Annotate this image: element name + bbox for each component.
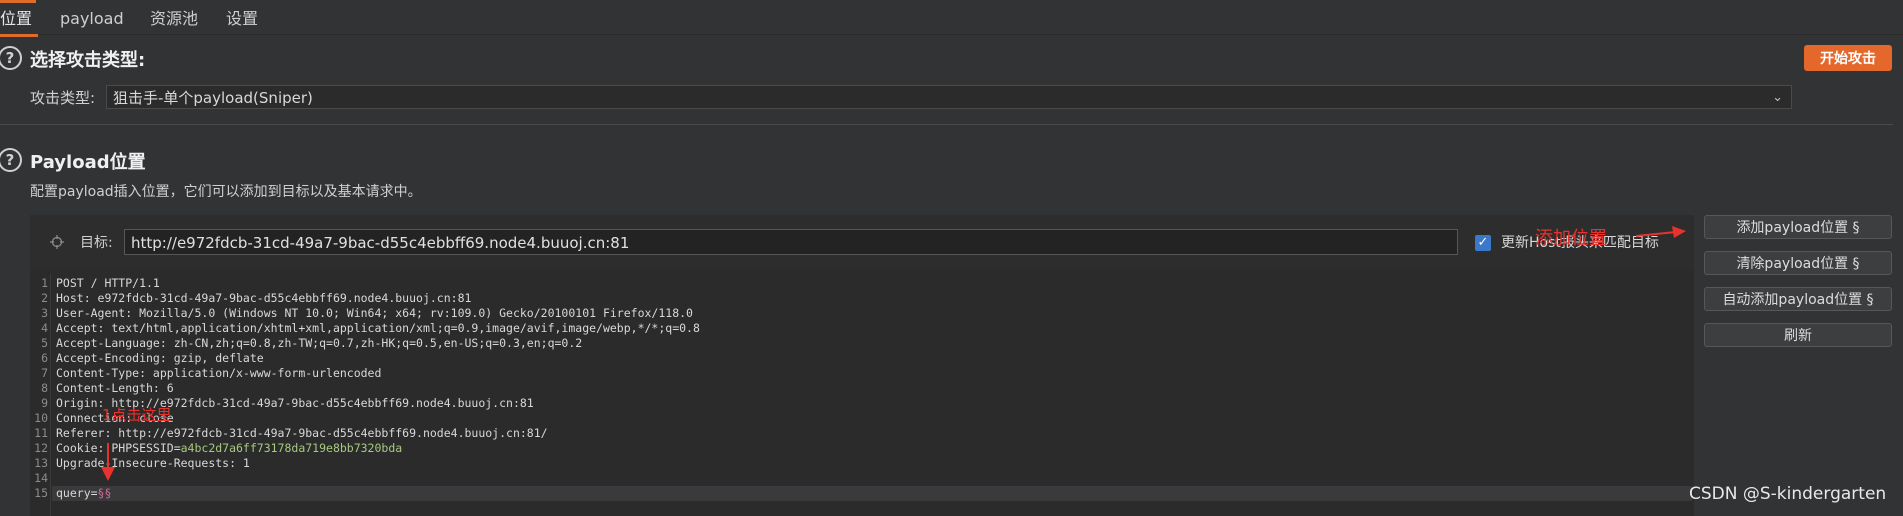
line-number: 8: [41, 381, 48, 395]
payload-positions-description: 配置payload插入位置，它们可以添加到目标以及基本请求中。: [30, 184, 422, 200]
update-host-checkbox[interactable]: ✓: [1475, 235, 1491, 251]
annotation-click-here: 1点击这里: [102, 406, 172, 424]
tab-resource-pool[interactable]: 资源池: [150, 6, 198, 32]
section-divider: [0, 124, 1893, 125]
tab-bar: 位置 payload 资源池 设置: [0, 0, 1903, 37]
line-number: 5: [41, 336, 48, 350]
line-number: 15: [34, 486, 48, 500]
auto-add-payload-position-button[interactable]: 自动添加payload位置 §: [1704, 287, 1892, 311]
line-number: 6: [41, 351, 48, 365]
attack-type-select[interactable]: 狙击手-单个payload(Sniper) ⌄: [106, 85, 1792, 109]
line-text: query=§§: [56, 486, 111, 501]
request-editor[interactable]: 1 POST / HTTP/1.1 2 Host: e972fdcb-31cd-49…: [30, 274, 1694, 516]
line-text: Upgrade-Insecure-Requests: 1: [56, 456, 250, 470]
line-number: 1: [41, 276, 48, 290]
line-number: 13: [34, 456, 48, 470]
line-number: 10: [34, 411, 48, 425]
line-text: Content-Type: application/x-www-form-url…: [56, 366, 382, 380]
line-number: 9: [41, 396, 48, 410]
tab-payload[interactable]: payload: [60, 6, 124, 32]
line-text: Accept: text/html,application/xhtml+xml,…: [56, 321, 700, 335]
help-icon[interactable]: ?: [0, 46, 22, 70]
line-text: POST / HTTP/1.1: [56, 276, 160, 290]
annotation-arrow-right-icon: [1636, 226, 1686, 238]
target-label: 目标:: [80, 235, 113, 251]
attack-type-value: 狙击手-单个payload(Sniper): [113, 89, 313, 107]
target-url-input[interactable]: http://e972fdcb-31cd-49a7-9bac-d55c4ebbf…: [124, 229, 1458, 255]
payload-positions-title: Payload位置: [30, 152, 146, 173]
line-number: 4: [41, 321, 48, 335]
tab-positions[interactable]: 位置: [0, 6, 39, 37]
start-attack-button[interactable]: 开始攻击: [1804, 45, 1892, 71]
watermark: CSDN @S-kindergarten: [1689, 484, 1887, 504]
line-text: Host: e972fdcb-31cd-49a7-9bac-d55c4ebbff…: [56, 291, 472, 305]
line-text: Content-Length: 6: [56, 381, 174, 395]
line-text: Referer: http://e972fdcb-31cd-49a7-9bac-…: [56, 426, 548, 440]
refresh-button[interactable]: 刷新: [1704, 323, 1892, 347]
line-text: Accept-Encoding: gzip, deflate: [56, 351, 264, 365]
tab-active-indicator: [0, 0, 36, 3]
line-number: 12: [34, 441, 48, 455]
attack-type-title: 选择攻击类型:: [30, 50, 146, 71]
cookie-value: a4bc2d7a6ff73178da719e8bb7320bda: [180, 441, 403, 455]
clear-payload-position-button[interactable]: 清除payload位置 §: [1704, 251, 1892, 275]
line-number: 2: [41, 291, 48, 305]
line-number: 14: [34, 471, 48, 485]
line-number: 11: [34, 426, 48, 440]
help-icon[interactable]: ?: [0, 148, 22, 172]
cookie-key: Cookie: PHPSESSID=: [56, 441, 181, 455]
tab-settings[interactable]: 设置: [226, 6, 258, 32]
annotation-add-position: 添加位置: [1535, 228, 1607, 249]
crosshair-icon: [50, 235, 64, 249]
payload-marker[interactable]: §§: [98, 486, 112, 500]
chevron-down-icon: ⌄: [1772, 90, 1783, 105]
annotation-arrow-down-icon: [101, 443, 115, 481]
line-text: Accept-Language: zh-CN,zh;q=0.8,zh-TW;q=…: [56, 336, 583, 350]
add-payload-position-button[interactable]: 添加payload位置 §: [1704, 215, 1892, 239]
line-text: User-Agent: Mozilla/5.0 (Windows NT 10.0…: [56, 306, 693, 320]
line-number: 7: [41, 366, 48, 380]
body-param-key: query=: [56, 486, 98, 500]
line-number: 3: [41, 306, 48, 320]
current-line-highlight: [52, 486, 1692, 501]
attack-type-label: 攻击类型:: [30, 89, 96, 107]
